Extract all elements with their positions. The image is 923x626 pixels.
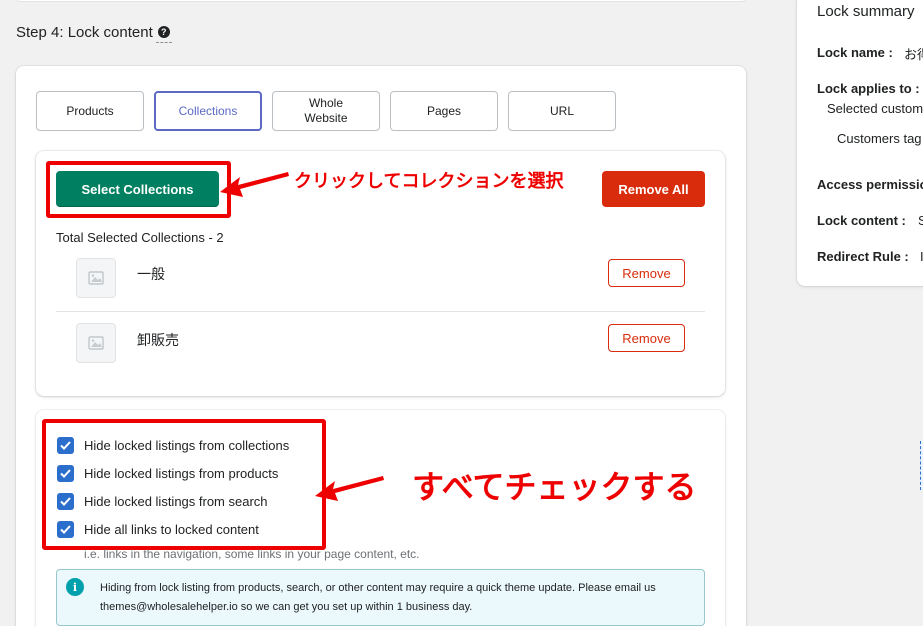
summary-customers-tag: Customers tag bbox=[837, 131, 922, 146]
previous-step-card bbox=[16, 0, 746, 2]
remove-all-button[interactable]: Remove All bbox=[602, 171, 705, 207]
summary-lock-name-value: お得 bbox=[904, 47, 923, 62]
annotation-arrow-select bbox=[220, 172, 289, 197]
annotation-box-select bbox=[46, 161, 231, 218]
info-icon: i bbox=[66, 578, 84, 596]
summary-content-value: S bbox=[918, 213, 923, 228]
tab-label: Pages bbox=[426, 103, 462, 118]
tab-label: URL bbox=[549, 103, 574, 118]
info-banner-text: Hiding from lock listing from products, … bbox=[100, 582, 656, 613]
tab-products[interactable]: Products bbox=[36, 91, 144, 131]
help-icon[interactable]: ? bbox=[155, 25, 172, 43]
info-banner: i Hiding from lock listing from products… bbox=[56, 569, 705, 626]
remove-collection-button[interactable]: Remove bbox=[608, 324, 685, 352]
summary-title: Lock summary bbox=[817, 3, 915, 20]
summary-lock-name-label: Lock name : bbox=[817, 45, 893, 60]
tab-label: Whole Website bbox=[304, 96, 348, 125]
helper-text: i.e. links in the navigation, some links… bbox=[84, 547, 420, 561]
annotation-arrow-checkboxes bbox=[315, 476, 384, 501]
summary-content-label: Lock content : bbox=[817, 213, 906, 228]
tab-label: Products bbox=[66, 103, 114, 118]
collection-divider bbox=[56, 311, 705, 312]
image-placeholder-icon bbox=[76, 323, 116, 363]
collection-name: 一般 bbox=[137, 266, 165, 282]
summary-access-label: Access permissio bbox=[817, 177, 923, 192]
annotation-select-note: クリックしてコレクションを選択 bbox=[294, 171, 564, 192]
annotation-check-note: すべてチェックする bbox=[412, 468, 697, 506]
summary-applies-value: Selected custom bbox=[827, 101, 923, 116]
tab-url[interactable]: URL bbox=[508, 91, 616, 131]
summary-redirect-label: Redirect Rule : bbox=[817, 249, 909, 264]
annotation-box-checkboxes bbox=[42, 419, 326, 550]
tab-label: Collections bbox=[178, 103, 238, 118]
tab-collections[interactable]: Collections bbox=[154, 91, 262, 131]
collection-name: 卸販売 bbox=[137, 332, 179, 348]
step-title: Step 4: Lock content ? bbox=[16, 24, 172, 43]
remove-collection-button[interactable]: Remove bbox=[608, 259, 685, 287]
image-placeholder-icon bbox=[76, 258, 116, 298]
total-selected-label: Total Selected Collections - 2 bbox=[56, 230, 224, 245]
summary-applies-label: Lock applies to : bbox=[817, 81, 920, 96]
tab-pages[interactable]: Pages bbox=[390, 91, 498, 131]
tab-whole-website[interactable]: Whole Website bbox=[272, 91, 380, 131]
step-title-text: Step 4: Lock content bbox=[16, 24, 153, 41]
